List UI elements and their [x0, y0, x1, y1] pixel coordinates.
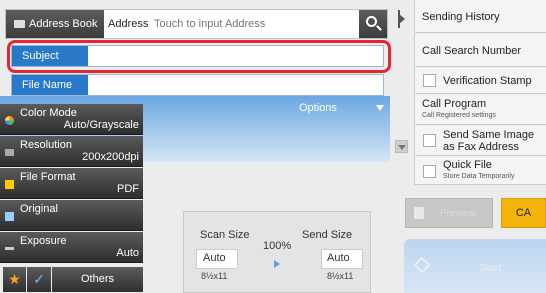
start-label: Start: [480, 263, 502, 274]
send-same-image-label-2: as Fax Address: [443, 141, 519, 153]
send-same-image-checkbox[interactable]: [423, 134, 436, 147]
verification-stamp-label: Verification Stamp: [443, 75, 532, 87]
send-size-paper: 8½x11: [327, 271, 354, 281]
ca-button[interactable]: CA: [501, 198, 546, 228]
call-program-label: Call Program: [422, 98, 487, 110]
preview-icon: [414, 207, 424, 219]
start-button[interactable]: Start: [404, 239, 546, 293]
resolution-icon: [5, 149, 14, 156]
preview-button[interactable]: Preview: [405, 198, 493, 228]
check-settings-icon[interactable]: ✓: [27, 267, 51, 292]
options-label: Options: [299, 102, 337, 114]
exposure-label: Exposure: [20, 235, 67, 247]
size-panel[interactable]: Scan Size Auto 8½x11 100% Send Size Auto…: [183, 211, 371, 293]
file-name-label: File Name: [12, 75, 88, 95]
ratio-value: 100%: [263, 240, 292, 252]
file-format-button[interactable]: File Format PDF: [0, 168, 143, 199]
verification-stamp-checkbox[interactable]: [423, 74, 436, 87]
address-search-button[interactable]: [359, 10, 387, 38]
file-format-value: PDF: [117, 183, 139, 195]
color-mode-icon: [5, 116, 14, 125]
address-bar: Address Book Address: [5, 9, 388, 39]
resolution-button[interactable]: Resolution 200x200dpi: [0, 136, 143, 167]
file-name-input[interactable]: [90, 75, 380, 95]
call-program-item[interactable]: Call Program Call Registered settings: [414, 95, 546, 125]
call-program-sub: Call Registered settings: [422, 112, 496, 119]
original-button[interactable]: Original: [0, 200, 143, 231]
color-mode-label: Color Mode: [20, 107, 77, 119]
send-size-label: Send Size: [302, 229, 353, 241]
subject-highlight: [7, 40, 391, 73]
file-format-label: File Format: [20, 171, 76, 183]
ratio-arrow-icon: [274, 260, 280, 268]
right-panel-scroll[interactable]: [394, 0, 410, 185]
sending-history-label: Sending History: [422, 11, 500, 23]
exposure-icon: [5, 247, 14, 250]
scan-size-label: Scan Size: [200, 229, 250, 241]
exposure-button[interactable]: Exposure Auto: [0, 232, 143, 263]
address-input[interactable]: [154, 10, 360, 38]
file-name-field[interactable]: File Name: [11, 74, 384, 96]
sending-history-item[interactable]: Sending History: [414, 0, 546, 33]
options-dropdown-icon: [376, 105, 384, 111]
favorites-star-icon[interactable]: ★: [3, 267, 26, 292]
preview-label: Preview: [440, 208, 476, 219]
call-search-number-label: Call Search Number: [422, 45, 522, 57]
address-book-icon: [14, 20, 25, 28]
quick-file-sub: Store Data Temporarily: [443, 173, 515, 180]
start-icon: [413, 256, 431, 274]
search-icon: [366, 16, 377, 27]
scroll-down-icon[interactable]: [395, 140, 408, 153]
exposure-value: Auto: [116, 247, 139, 259]
quick-file-label: Quick File: [443, 159, 492, 171]
bottom-left-bar: ★ ✓ Others: [0, 266, 143, 293]
resolution-value: 200x200dpi: [82, 151, 139, 163]
send-same-image-item[interactable]: Send Same Image as Fax Address: [414, 126, 546, 156]
quick-file-item[interactable]: Quick File Store Data Temporarily: [414, 157, 546, 185]
resolution-label: Resolution: [20, 139, 72, 151]
quick-file-checkbox[interactable]: [423, 165, 436, 178]
color-mode-button[interactable]: Color Mode Auto/Grayscale: [0, 104, 143, 135]
address-book-label: Address Book: [29, 18, 98, 30]
address-label: Address: [108, 18, 149, 30]
address-book-button[interactable]: Address Book: [6, 10, 104, 38]
scan-size-value: Auto: [203, 252, 226, 264]
send-size-value: Auto: [327, 252, 350, 264]
collapse-arrow-icon: [399, 14, 405, 24]
file-format-icon: [5, 180, 14, 189]
send-same-image-label-1: Send Same Image: [443, 129, 535, 141]
original-icon: [5, 212, 14, 221]
scan-size-paper: 8½x11: [201, 271, 228, 281]
color-mode-value: Auto/Grayscale: [63, 119, 139, 131]
verification-stamp-item[interactable]: Verification Stamp: [414, 68, 546, 94]
scan-send-screen: Address Book Address Subject File Name O…: [0, 0, 546, 293]
call-search-number-item[interactable]: Call Search Number: [414, 34, 546, 67]
others-button[interactable]: Others: [52, 267, 143, 292]
original-label: Original: [20, 203, 58, 215]
options-button[interactable]: Options: [293, 96, 390, 122]
